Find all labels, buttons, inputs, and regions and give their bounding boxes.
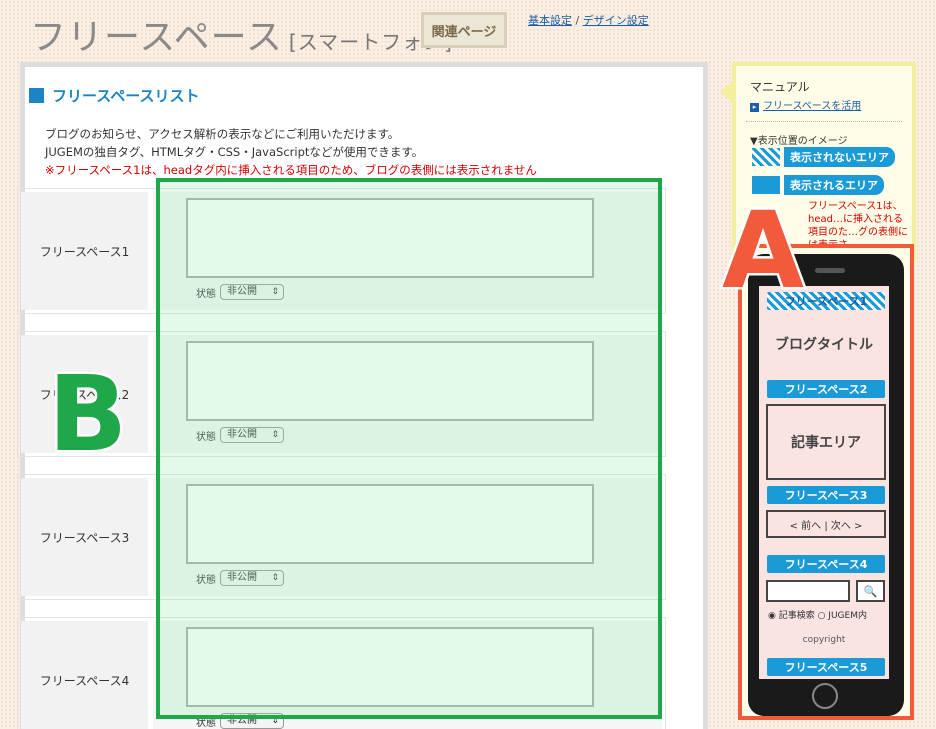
phone-search-radio: ◉ 記事検索 ○ JUGEM内 <box>768 611 867 621</box>
manual-pointer <box>720 82 732 102</box>
phone-search-input <box>766 580 850 602</box>
phone-fs4: フリースペース4 <box>767 555 885 573</box>
phone-article-area: 記事エリア <box>766 404 886 480</box>
phone-speaker <box>815 268 845 273</box>
description: ブログのお知らせ、アクセス解析の表示などにご利用いただけます。 JUGEMの独自… <box>45 127 537 177</box>
header-links: 基本設定 / デザイン設定 <box>528 14 649 27</box>
phone-blog-title: ブログタイトル <box>775 337 873 353</box>
image-title: ▼表示位置のイメージ <box>750 136 848 147</box>
phone-fs2: フリースペース2 <box>767 380 885 398</box>
basic-settings-link[interactable]: 基本設定 <box>528 14 572 27</box>
annotation-b: B <box>45 353 129 475</box>
phone-fs3: フリースペース3 <box>767 486 885 504</box>
legend-not-shown: 表示されないエリア <box>752 147 895 167</box>
row-label: フリースペース3 <box>21 478 148 596</box>
search-icon: 🔍 <box>856 580 885 602</box>
phone-copyright: copyright <box>802 635 846 645</box>
manual-link[interactable]: フリースペースを活用 <box>750 97 861 112</box>
phone-fs5: フリースペース5 <box>767 658 885 676</box>
row-label: フリースペース4 <box>21 621 148 729</box>
design-settings-link[interactable]: デザイン設定 <box>583 14 649 27</box>
related-pages-tab[interactable]: 関連ページ <box>421 12 507 48</box>
manual-title: マニュアル <box>750 80 810 94</box>
phone-home-button <box>812 683 838 709</box>
row-label: フリースペース1 <box>21 192 148 310</box>
phone-nav: < 前へ | 次へ > <box>766 510 886 538</box>
annotation-a: A <box>719 189 806 312</box>
highlight-box-b <box>156 178 662 719</box>
page-title: フリースペース [スマートフォン] <box>30 17 453 58</box>
section-heading: フリースペースリスト <box>29 85 199 106</box>
